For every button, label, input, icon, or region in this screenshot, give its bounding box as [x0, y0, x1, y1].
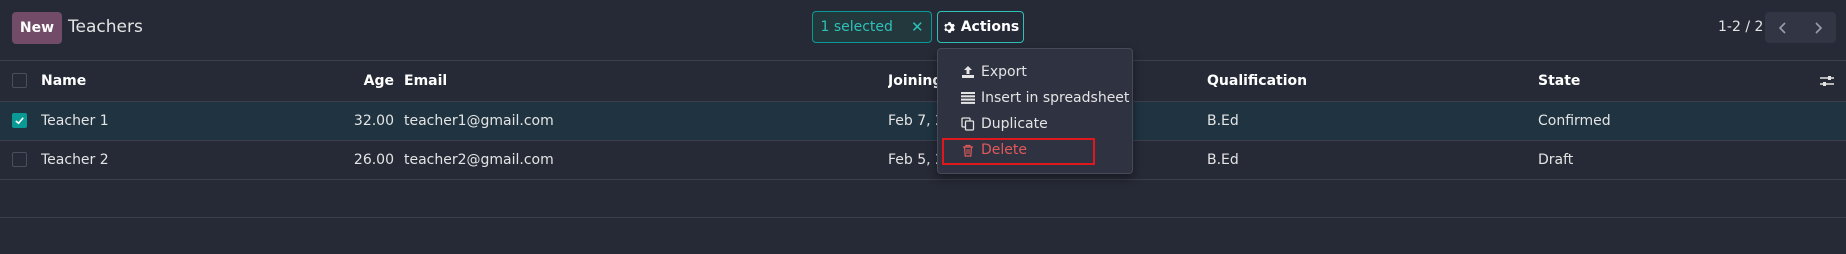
table-footer	[0, 217, 1846, 254]
row-checkbox[interactable]	[12, 152, 27, 167]
cell-joining: Feb 7, 2	[888, 113, 938, 129]
menu-item-duplicate[interactable]: Duplicate	[938, 111, 1132, 137]
control-panel: New Teachers 1 selected ✕ Actions 1-2 / …	[0, 0, 1846, 60]
column-header-name[interactable]: Name	[41, 61, 86, 101]
table-row[interactable]: Teacher 1 32.00 teacher1@gmail.com Feb 7…	[0, 101, 1846, 140]
cell-qualification: B.Ed	[1207, 152, 1239, 168]
cell-name: Teacher 2	[41, 152, 109, 168]
select-all-checkbox[interactable]	[12, 73, 27, 88]
column-header-email[interactable]: Email	[404, 61, 447, 101]
menu-item-export[interactable]: Export	[938, 59, 1132, 85]
menu-item-label: Duplicate	[981, 116, 1048, 132]
column-header-age[interactable]: Age	[330, 61, 394, 101]
column-header-qualification[interactable]: Qualification	[1207, 61, 1307, 101]
optional-columns-icon[interactable]	[1816, 61, 1838, 101]
upload-icon	[960, 64, 976, 80]
cell-email: teacher2@gmail.com	[404, 152, 554, 168]
cell-name: Teacher 1	[41, 113, 109, 129]
selected-count: 1 selected	[820, 19, 893, 35]
cell-joining: Feb 5, 2	[888, 152, 938, 168]
empty-row	[0, 179, 1846, 217]
menu-item-insert-spreadsheet[interactable]: Insert in spreadsheet	[938, 85, 1132, 111]
actions-dropdown-menu: Export Insert in spreadsheet Duplicate D…	[937, 48, 1133, 174]
actions-label: Actions	[960, 19, 1020, 35]
breadcrumb-title: Teachers	[68, 17, 143, 37]
list-icon	[960, 90, 976, 106]
chevron-right-icon[interactable]	[1801, 12, 1837, 43]
check-icon	[15, 117, 24, 125]
column-header-joining[interactable]: Joining	[888, 61, 938, 101]
gear-icon	[942, 21, 955, 34]
clear-selection-icon[interactable]: ✕	[911, 18, 924, 36]
copy-icon	[960, 116, 976, 132]
pager-value[interactable]: 1-2 / 2	[1718, 19, 1763, 35]
pager-buttons	[1765, 12, 1836, 43]
cell-email: teacher1@gmail.com	[404, 113, 554, 129]
cell-age: 26.00	[353, 152, 394, 168]
cell-state: Confirmed	[1538, 113, 1611, 129]
menu-item-label: Export	[981, 64, 1027, 80]
delete-highlight-box	[942, 138, 1095, 165]
chevron-left-icon[interactable]	[1765, 12, 1801, 43]
table-header-row: Name Age Email Joining Qualification Sta…	[0, 60, 1846, 101]
cell-qualification: B.Ed	[1207, 113, 1239, 129]
selection-indicator: 1 selected ✕	[812, 11, 932, 43]
menu-item-label: Insert in spreadsheet	[981, 90, 1130, 106]
new-button[interactable]: New	[12, 12, 62, 44]
cell-age: 32.00	[353, 113, 394, 129]
table-row[interactable]: Teacher 2 26.00 teacher2@gmail.com Feb 5…	[0, 140, 1846, 179]
cell-state: Draft	[1538, 152, 1574, 168]
column-header-state[interactable]: State	[1538, 61, 1580, 101]
row-checkbox[interactable]	[12, 113, 27, 128]
actions-button[interactable]: Actions	[937, 11, 1024, 43]
